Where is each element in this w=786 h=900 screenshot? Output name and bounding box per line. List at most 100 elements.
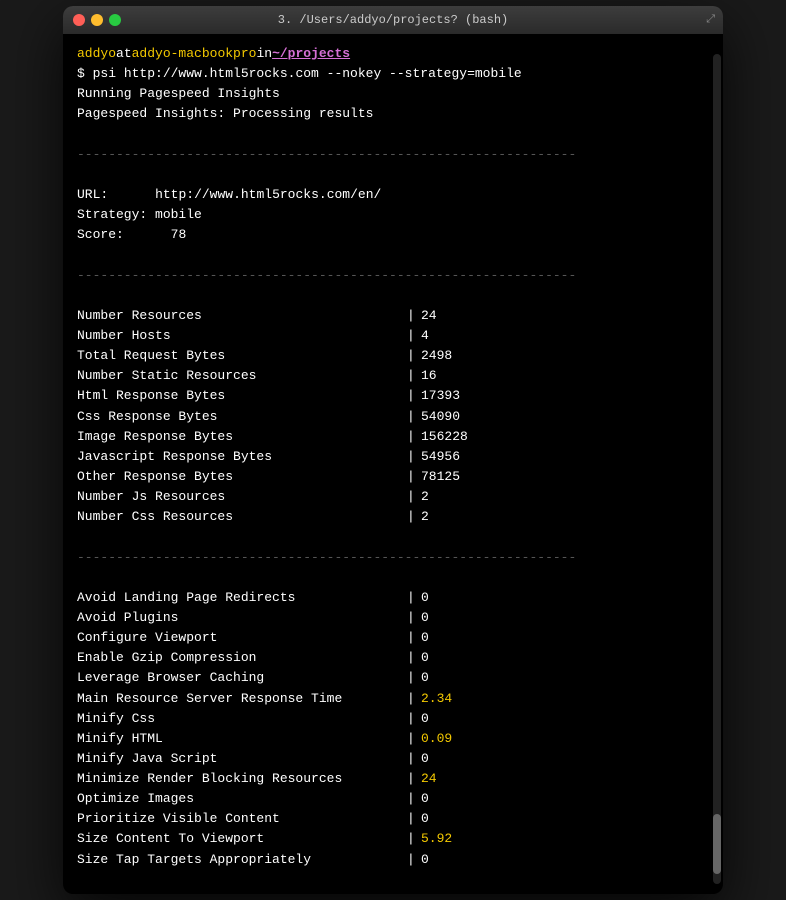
terminal-window: 3. /Users/addyo/projects? (bash) ⤢ addyo… <box>63 6 723 894</box>
strategy-label: Strategy: <box>77 205 147 225</box>
stat-label: Other Response Bytes <box>77 467 407 487</box>
rule-label: Minify Css <box>77 709 407 729</box>
stat-pipe: | <box>407 447 421 467</box>
rule-pipe: | <box>407 648 421 668</box>
stat-label: Number Resources <box>77 306 407 326</box>
rule-pipe: | <box>407 850 421 870</box>
url-spacing <box>116 187 147 202</box>
stat-pipe: | <box>407 467 421 487</box>
rule-value: 0 <box>421 789 429 809</box>
rule-value: 0 <box>421 628 429 648</box>
rule-pipe: | <box>407 628 421 648</box>
maximize-button[interactable] <box>109 14 121 26</box>
rule-label: Size Content To Viewport <box>77 829 407 849</box>
stat-label: Number Js Resources <box>77 487 407 507</box>
rule-value: 0 <box>421 749 429 769</box>
rule-row: Optimize Images| 0 <box>77 789 709 809</box>
stat-value: 16 <box>421 366 437 386</box>
score-line: Score: 78 <box>77 225 709 245</box>
stat-value: 54090 <box>421 407 460 427</box>
titlebar: 3. /Users/addyo/projects? (bash) ⤢ <box>63 6 723 34</box>
stat-pipe: | <box>407 326 421 346</box>
stat-pipe: | <box>407 346 421 366</box>
stat-row: Total Request Bytes| 2498 <box>77 346 709 366</box>
stat-row: Number Static Resources| 16 <box>77 366 709 386</box>
command-text: psi http://www.html5rocks.com --nokey --… <box>93 66 522 81</box>
stat-value: 54956 <box>421 447 460 467</box>
prompt-host: addyo-macbookpro <box>132 44 257 64</box>
stat-row: Javascript Response Bytes| 54956 <box>77 447 709 467</box>
stat-row: Image Response Bytes| 156228 <box>77 427 709 447</box>
terminal-body: addyo at addyo-macbookpro in ~/projects … <box>63 34 723 894</box>
stat-pipe: | <box>407 407 421 427</box>
rule-pipe: | <box>407 749 421 769</box>
rule-value: 0 <box>421 709 429 729</box>
output-line-1: Running Pagespeed Insights <box>77 84 709 104</box>
score-number: 78 <box>171 227 187 242</box>
prompt-path: ~/projects <box>272 44 350 64</box>
rule-label: Configure Viewport <box>77 628 407 648</box>
stat-pipe: | <box>407 366 421 386</box>
rule-value: 0.09 <box>421 729 452 749</box>
traffic-lights <box>73 14 121 26</box>
rule-row: Minify Java Script| 0 <box>77 749 709 769</box>
rule-pipe: | <box>407 829 421 849</box>
rule-row: Avoid Landing Page Redirects| 0 <box>77 588 709 608</box>
stat-pipe: | <box>407 306 421 326</box>
rule-row: Leverage Browser Caching| 0 <box>77 668 709 688</box>
rule-label: Optimize Images <box>77 789 407 809</box>
divider-3: ----------------------------------------… <box>77 548 709 568</box>
rule-row: Avoid Plugins| 0 <box>77 608 709 628</box>
minimize-button[interactable] <box>91 14 103 26</box>
stat-row: Html Response Bytes| 17393 <box>77 386 709 406</box>
rule-row: Minimize Render Blocking Resources| 24 <box>77 769 709 789</box>
rule-value: 0 <box>421 608 429 628</box>
prompt-in: in <box>256 44 272 64</box>
stat-value: 2 <box>421 507 429 527</box>
stat-value: 156228 <box>421 427 468 447</box>
stat-value: 2 <box>421 487 429 507</box>
strategy-value: mobile <box>155 207 202 222</box>
rule-row: Prioritize Visible Content| 0 <box>77 809 709 829</box>
rule-row: Enable Gzip Compression| 0 <box>77 648 709 668</box>
stat-value: 17393 <box>421 386 460 406</box>
rule-value: 0 <box>421 648 429 668</box>
rule-label: Avoid Plugins <box>77 608 407 628</box>
rule-pipe: | <box>407 769 421 789</box>
rule-row: Size Tap Targets Appropriately| 0 <box>77 850 709 870</box>
rule-pipe: | <box>407 588 421 608</box>
close-button[interactable] <box>73 14 85 26</box>
rule-label: Main Resource Server Response Time <box>77 689 407 709</box>
scrollbar[interactable] <box>713 54 721 884</box>
command-line: $ psi http://www.html5rocks.com --nokey … <box>77 64 709 84</box>
stat-pipe: | <box>407 386 421 406</box>
rule-label: Size Tap Targets Appropriately <box>77 850 407 870</box>
prompt-user: addyo <box>77 44 116 64</box>
scrollbar-thumb[interactable] <box>713 814 721 874</box>
rules-container: Avoid Landing Page Redirects| 0Avoid Plu… <box>77 588 709 870</box>
rule-pipe: | <box>407 729 421 749</box>
stat-row: Number Hosts| 4 <box>77 326 709 346</box>
stat-row: Css Response Bytes| 54090 <box>77 407 709 427</box>
rule-value: 0 <box>421 588 429 608</box>
rule-pipe: | <box>407 608 421 628</box>
stat-pipe: | <box>407 487 421 507</box>
prompt-line: addyo at addyo-macbookpro in ~/projects <box>77 44 709 64</box>
stats-container: Number Resources| 24Number Hosts| 4Total… <box>77 306 709 528</box>
rule-pipe: | <box>407 809 421 829</box>
divider-2: ----------------------------------------… <box>77 266 709 286</box>
rule-label: Enable Gzip Compression <box>77 648 407 668</box>
rule-value: 2.34 <box>421 689 452 709</box>
rule-value: 0 <box>421 850 429 870</box>
prompt-at: at <box>116 44 132 64</box>
score-value <box>132 227 163 242</box>
stat-value: 4 <box>421 326 429 346</box>
output-line-2: Pagespeed Insights: Processing results <box>77 104 709 124</box>
stat-pipe: | <box>407 427 421 447</box>
url-line: URL: http://www.html5rocks.com/en/ <box>77 185 709 205</box>
stat-row: Other Response Bytes| 78125 <box>77 467 709 487</box>
stat-label: Javascript Response Bytes <box>77 447 407 467</box>
rule-label: Minify HTML <box>77 729 407 749</box>
rule-label: Leverage Browser Caching <box>77 668 407 688</box>
rule-pipe: | <box>407 789 421 809</box>
